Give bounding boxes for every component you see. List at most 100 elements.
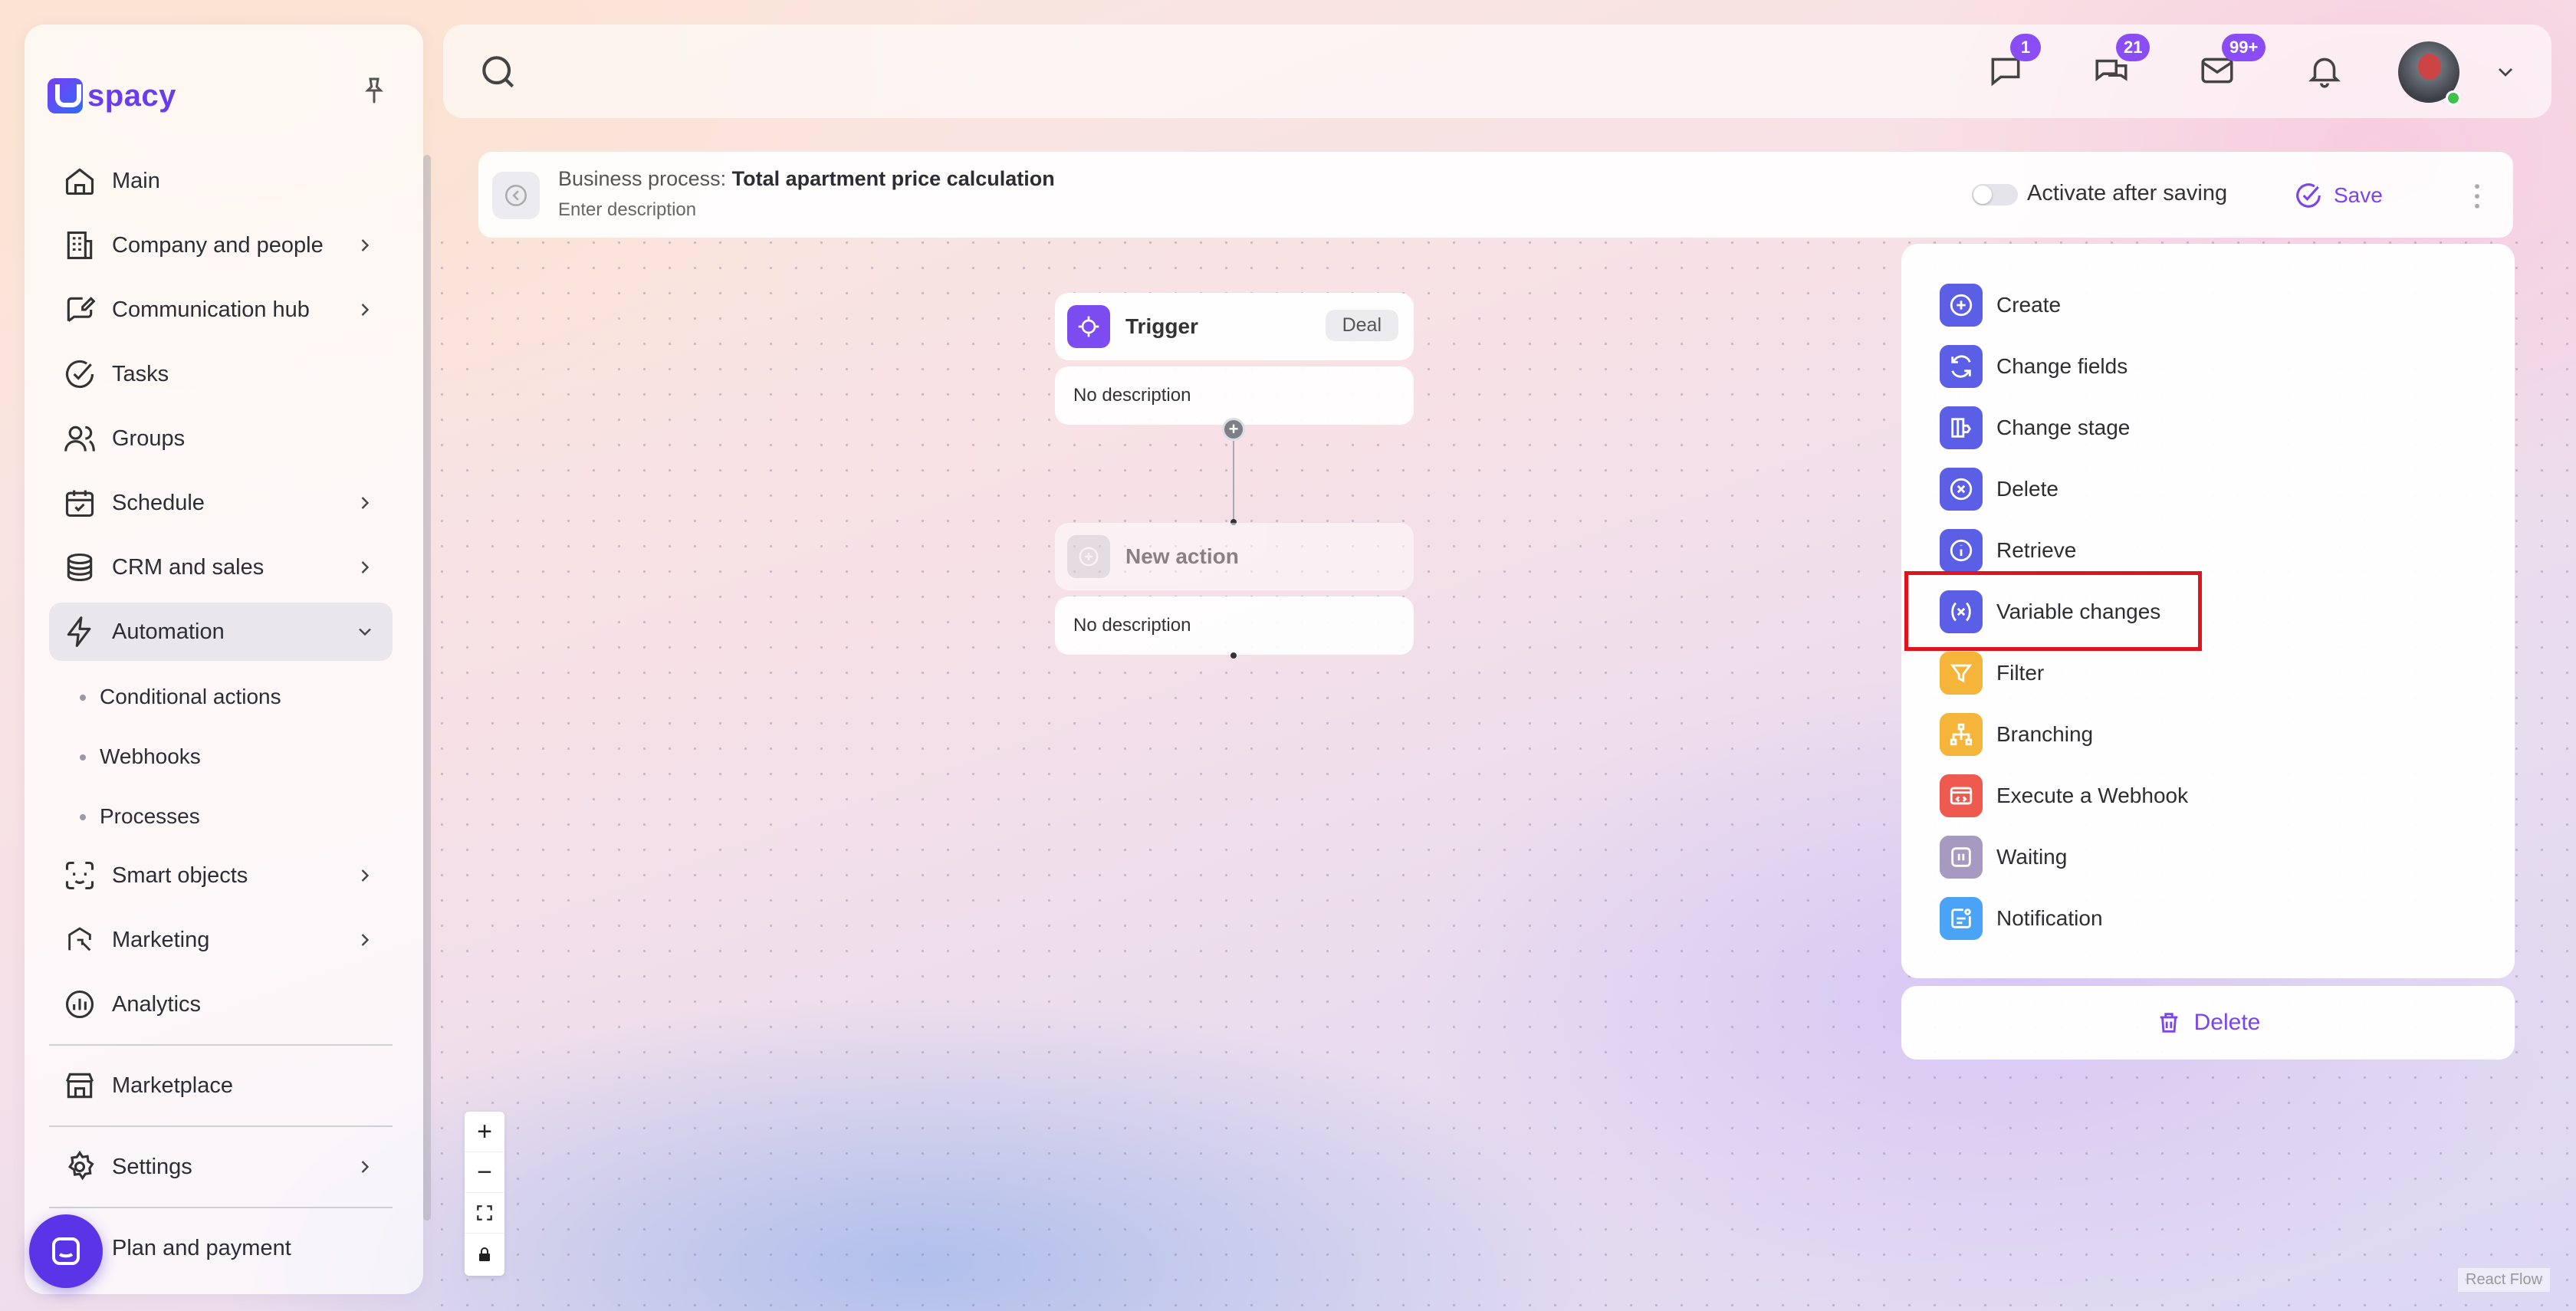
sidebar-subitem-processes[interactable]: Processes <box>49 787 393 846</box>
sidebar-item-automation[interactable]: Automation <box>49 603 393 661</box>
chart-icon <box>61 986 98 1023</box>
action-label: Create <box>1996 293 2062 317</box>
react-flow-attribution[interactable]: React Flow <box>2458 1268 2551 1292</box>
sidebar-item-label: Schedule <box>112 490 205 515</box>
delete-node-button[interactable]: Delete <box>1901 986 2515 1060</box>
sidebar-item-settings[interactable]: Settings <box>49 1138 393 1196</box>
chats-button[interactable]: 21 <box>2090 34 2150 92</box>
logo[interactable]: spacy <box>48 77 176 115</box>
messages-button[interactable]: 1 <box>1984 34 2041 92</box>
sidebar-item-smart-objects[interactable]: Smart objects <box>49 846 393 905</box>
add-node-port-icon[interactable]: + <box>1222 418 1245 441</box>
calendar-icon <box>61 485 98 521</box>
chevron-right-icon <box>361 239 370 251</box>
arrow-left-icon <box>504 184 527 207</box>
action-notification[interactable]: Notification <box>1940 895 2103 941</box>
action-filter[interactable]: Filter <box>1940 650 2044 696</box>
sidebar-item-schedule[interactable]: Schedule <box>49 474 393 532</box>
coins-icon <box>61 549 98 586</box>
mail-button[interactable]: 99+ <box>2196 34 2266 92</box>
logo-text: spacy <box>87 78 176 113</box>
sidebar-item-label: CRM and sales <box>112 554 264 580</box>
more-options-icon[interactable] <box>2466 179 2489 213</box>
search-icon[interactable] <box>477 51 520 94</box>
action-change-stage[interactable]: Change stage <box>1940 405 2130 451</box>
activate-toggle[interactable] <box>1972 184 2018 205</box>
trigger-description[interactable]: No description <box>1055 366 1414 425</box>
zoom-out-button[interactable]: − <box>465 1152 504 1193</box>
sidebar-item-label: Groups <box>112 426 186 451</box>
sidebar-item-label: Settings <box>112 1154 192 1179</box>
activate-label: Activate after saving <box>2027 181 2228 205</box>
sidebar-item-tasks[interactable]: Tasks <box>49 345 393 403</box>
chat-edit-icon <box>61 291 98 328</box>
chevron-right-icon <box>361 869 370 882</box>
chevron-right-icon <box>361 561 370 573</box>
chevron-right-icon <box>361 1161 370 1173</box>
sidebar-scrollbar[interactable] <box>423 155 431 1221</box>
sidebar-item-marketplace[interactable]: Marketplace <box>49 1056 393 1115</box>
process-title-prefix: Business process: <box>558 167 727 190</box>
action-retrieve[interactable]: Retrieve <box>1940 527 2076 573</box>
online-status-indicator <box>2446 90 2461 106</box>
process-description-field[interactable]: Enter description <box>558 199 696 221</box>
zoom-in-button[interactable]: + <box>465 1112 504 1152</box>
building-icon <box>61 227 98 264</box>
top-header: 1 21 99+ <box>443 25 2551 118</box>
new-action-description[interactable]: No description <box>1055 596 1414 655</box>
action-execute-webhook[interactable]: Execute a Webhook <box>1940 773 2188 819</box>
action-label: Execute a Webhook <box>1996 784 2189 807</box>
action-label: Change fields <box>1996 354 2128 378</box>
delete-label: Delete <box>2193 1010 2261 1035</box>
mail-badge: 99+ <box>2222 34 2266 61</box>
sidebar-menu: Main Company and people Communication hu… <box>49 152 393 1283</box>
check-circle-icon <box>2296 183 2321 208</box>
support-chat-button[interactable] <box>29 1214 103 1288</box>
branch-icon <box>1940 713 1983 756</box>
process-header: Business process: Total apartment price … <box>478 152 2513 238</box>
save-button[interactable]: Save <box>2294 176 2383 215</box>
sidebar-item-company-and-people[interactable]: Company and people <box>49 216 393 274</box>
sidebar-subitem-conditional-actions[interactable]: Conditional actions <box>49 667 393 727</box>
action-label: Branching <box>1996 722 2094 746</box>
sidebar-item-label: Smart objects <box>112 863 248 888</box>
fit-view-button[interactable] <box>465 1193 504 1234</box>
home-icon <box>61 163 98 199</box>
sidebar-item-main[interactable]: Main <box>49 152 393 210</box>
action-label: Change stage <box>1996 416 2131 439</box>
gear-icon <box>61 1148 98 1185</box>
stage-icon <box>1940 406 1983 449</box>
new-action-node[interactable]: New action <box>1055 523 1414 590</box>
sidebar-item-label: Automation <box>112 619 225 644</box>
action-create[interactable]: Create <box>1940 282 2061 328</box>
trigger-node[interactable]: Trigger Deal <box>1055 293 1414 360</box>
action-delete[interactable]: Delete <box>1940 466 2058 512</box>
action-label: Notification <box>1996 906 2103 930</box>
back-button[interactable] <box>492 172 540 219</box>
action-change-fields[interactable]: Change fields <box>1940 343 2128 389</box>
action-branching[interactable]: Branching <box>1940 711 2093 757</box>
action-label: Waiting <box>1996 845 2068 869</box>
sidebar-subitem-webhooks[interactable]: Webhooks <box>49 727 393 787</box>
check-circle-icon <box>61 356 98 393</box>
notifications-button[interactable] <box>2303 49 2346 92</box>
zoom-controls: + − <box>465 1112 504 1276</box>
chevron-down-icon[interactable] <box>2493 60 2518 84</box>
action-label: Retrieve <box>1996 538 2077 562</box>
crosshair-icon <box>1067 305 1110 348</box>
sidebar-item-label: Analytics <box>112 991 202 1017</box>
action-label: Delete <box>1996 477 2058 501</box>
selection-highlight <box>1904 571 2202 651</box>
sidebar-item-crm-and-sales[interactable]: CRM and sales <box>49 538 393 596</box>
sidebar-item-groups[interactable]: Groups <box>49 409 393 468</box>
sidebar-item-label: Company and people <box>112 232 324 258</box>
sidebar-item-analytics[interactable]: Analytics <box>49 975 393 1033</box>
sidebar-item-communication-hub[interactable]: Communication hub <box>49 281 393 339</box>
sidebar-item-label: Plan and payment <box>112 1235 291 1260</box>
action-waiting[interactable]: Waiting <box>1940 834 2067 880</box>
pin-icon[interactable] <box>359 74 389 107</box>
sidebar-item-marketing[interactable]: Marketing <box>49 911 393 969</box>
messages-badge: 1 <box>2010 34 2041 61</box>
lock-button[interactable] <box>465 1234 504 1274</box>
process-name[interactable]: Total apartment price calculation <box>732 167 1055 190</box>
